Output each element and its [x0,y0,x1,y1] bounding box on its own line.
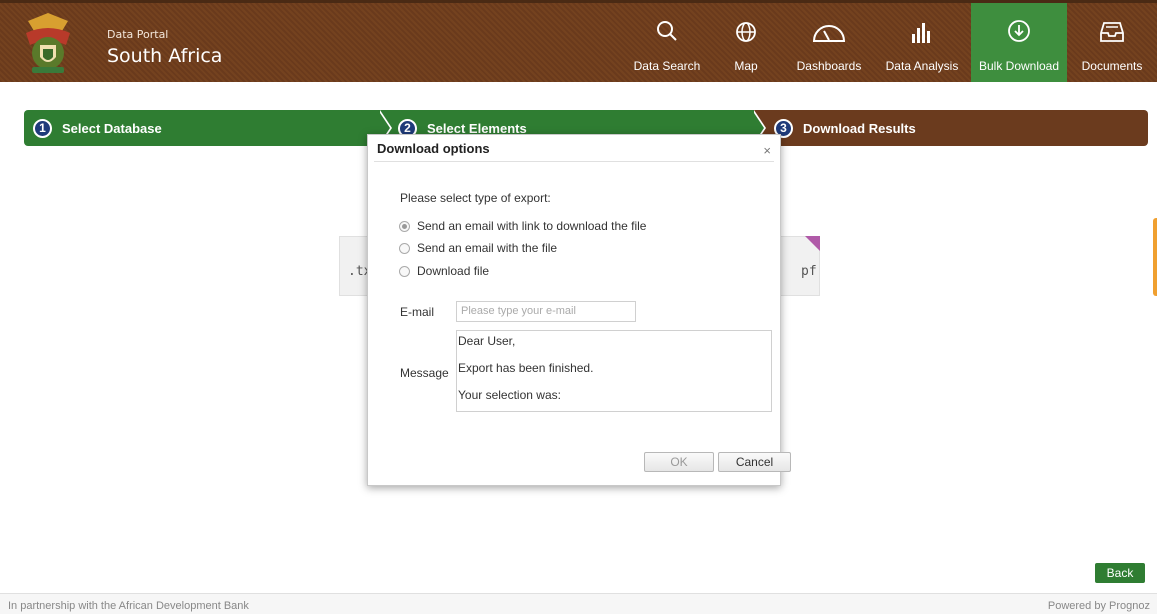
app-header: Data Portal South Africa Data Search Map… [0,0,1157,82]
nav-label: Bulk Download [978,59,1060,73]
nav-data-analysis[interactable]: Data Analysis [880,3,964,82]
nav-label: Dashboards [796,59,862,73]
download-options-dialog: Download options × Please select type of… [367,134,791,486]
page-footer: In partnership with the African Developm… [0,593,1157,614]
radio-button[interactable] [399,265,410,277]
side-feedback-tab[interactable] [1153,218,1157,296]
radio-button[interactable] [399,220,410,232]
dialog-divider [374,161,774,162]
export-type-prompt: Please select type of export: [400,191,551,205]
step-download-results[interactable]: 3 Download Results [754,110,1148,146]
option-email-link[interactable]: Send an email with link to download the … [399,219,646,233]
nav-dashboards[interactable]: Dashboards [790,3,868,82]
step-select-database[interactable]: 1 Select Database [24,110,380,146]
dialog-title: Download options [377,141,490,156]
nav-label: Map [734,59,758,73]
bar-chart-icon [912,23,930,43]
file-card-corner [805,236,820,251]
nav-label: Data Search [633,59,701,73]
message-line: Export has been finished. [458,361,594,375]
nav-map[interactable]: Map [718,3,774,82]
radio-button[interactable] [399,242,410,254]
partnership-text: In partnership with the African Developm… [8,600,249,612]
close-icon[interactable]: × [763,143,771,158]
nav-label: Documents [1081,59,1143,73]
ok-button[interactable]: OK [644,452,714,472]
option-download-file[interactable]: Download file [399,264,489,278]
message-line: Dear User, [458,334,516,348]
inbox-icon [1100,22,1124,42]
email-field[interactable]: Please type your e-mail [456,301,636,322]
step-label: Select Database [62,120,162,136]
gauge-icon [812,25,846,42]
option-label: Send an email with link to download the … [417,219,647,233]
step-number: 1 [33,118,52,138]
message-label: Message [400,366,449,380]
brand-subtitle: Data Portal [107,28,169,41]
email-label: E-mail [400,305,435,319]
message-textarea[interactable]: Dear User, Export has been finished. You… [456,330,772,412]
option-label: Download file [417,264,490,278]
nav-bulk-download[interactable]: Bulk Download [971,3,1067,82]
coat-of-arms-logo[interactable] [22,11,74,77]
nav-data-search[interactable]: Data Search [627,3,707,82]
powered-by-text[interactable]: Powered by Prognoz [1048,600,1150,612]
option-email-file[interactable]: Send an email with the file [399,241,557,255]
search-icon [657,21,677,41]
cancel-button[interactable]: Cancel [718,452,791,472]
step-label: Download Results [803,120,916,136]
download-circle-icon [1008,20,1030,42]
back-button[interactable]: Back [1095,563,1145,583]
message-line: Your selection was: [458,388,561,402]
file-card-label: pf [801,264,817,279]
option-label: Send an email with the file [417,241,558,255]
globe-icon [736,22,756,42]
nav-documents[interactable]: Documents [1076,3,1148,82]
nav-label: Data Analysis [885,59,959,73]
brand-title[interactable]: South Africa [107,45,222,67]
